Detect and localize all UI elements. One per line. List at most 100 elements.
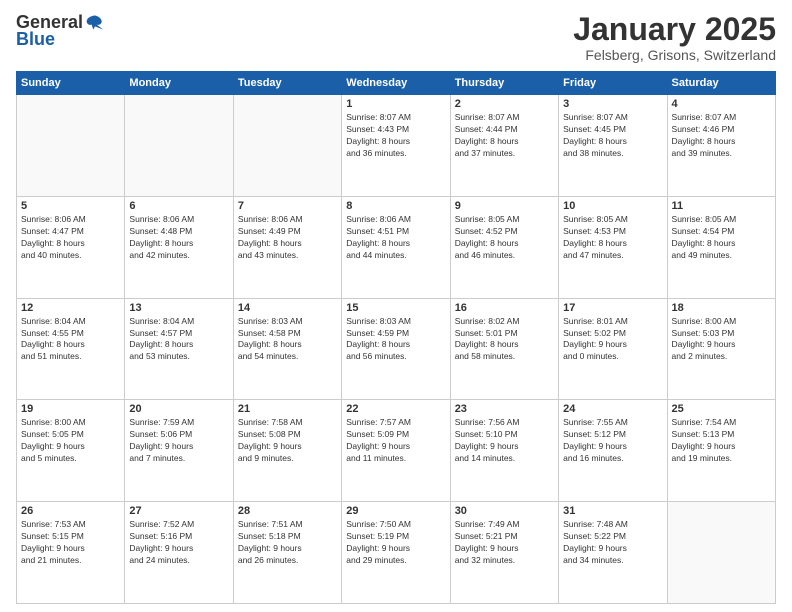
table-row: 27 Sunrise: 7:52 AM Sunset: 5:16 PM Dayli… bbox=[125, 502, 233, 604]
calendar-week-row: 26Sunrise: 7:53 AM Sunset: 5:15 PM Dayli… bbox=[17, 502, 776, 604]
day-info: Sunrise: 7:48 AM Sunset: 5:22 PM Dayligh… bbox=[563, 519, 662, 567]
day-info: Sunrise: 8:06 AM Sunset: 4:48 PM Dayligh… bbox=[129, 214, 228, 262]
table-row: 10 Sunrise: 8:05 AM Sunset: 4:53 PM Dayli… bbox=[559, 196, 667, 298]
day-number: 13 bbox=[129, 302, 228, 314]
day-info: Sunrise: 7:51 AM Sunset: 5:18 PM Dayligh… bbox=[238, 519, 337, 567]
col-tuesday: Tuesday bbox=[233, 72, 341, 95]
table-row: 22Sunrise: 7:57 AM Sunset: 5:09 PM Dayli… bbox=[342, 400, 450, 502]
day-number: 9 bbox=[455, 200, 554, 212]
day-info: Sunrise: 8:07 AM Sunset: 4:44 PM Dayligh… bbox=[455, 112, 554, 160]
table-row bbox=[233, 95, 341, 197]
day-number: 27 bbox=[129, 505, 228, 517]
day-info: Sunrise: 8:00 AM Sunset: 5:03 PM Dayligh… bbox=[672, 316, 771, 364]
col-sunday: Sunday bbox=[17, 72, 125, 95]
day-info: Sunrise: 7:58 AM Sunset: 5:08 PM Dayligh… bbox=[238, 417, 337, 465]
table-row: 17Sunrise: 8:01 AM Sunset: 5:02 PM Dayli… bbox=[559, 298, 667, 400]
table-row: 13 Sunrise: 8:04 AM Sunset: 4:57 PM Dayli… bbox=[125, 298, 233, 400]
day-info: Sunrise: 8:05 AM Sunset: 4:53 PM Dayligh… bbox=[563, 214, 662, 262]
table-row: 25 Sunrise: 7:54 AM Sunset: 5:13 PM Dayli… bbox=[667, 400, 775, 502]
table-row: 3Sunrise: 8:07 AM Sunset: 4:45 PM Daylig… bbox=[559, 95, 667, 197]
table-row: 18 Sunrise: 8:00 AM Sunset: 5:03 PM Dayli… bbox=[667, 298, 775, 400]
table-row: 9Sunrise: 8:05 AM Sunset: 4:52 PM Daylig… bbox=[450, 196, 558, 298]
day-number: 20 bbox=[129, 403, 228, 415]
day-info: Sunrise: 7:54 AM Sunset: 5:13 PM Dayligh… bbox=[672, 417, 771, 465]
col-thursday: Thursday bbox=[450, 72, 558, 95]
table-row bbox=[667, 502, 775, 604]
table-row: 21Sunrise: 7:58 AM Sunset: 5:08 PM Dayli… bbox=[233, 400, 341, 502]
day-number: 26 bbox=[21, 505, 120, 517]
day-info: Sunrise: 7:55 AM Sunset: 5:12 PM Dayligh… bbox=[563, 417, 662, 465]
table-row: 20 Sunrise: 7:59 AM Sunset: 5:06 PM Dayli… bbox=[125, 400, 233, 502]
day-number: 24 bbox=[563, 403, 662, 415]
calendar-week-row: 5 Sunrise: 8:06 AM Sunset: 4:47 PM Daylig… bbox=[17, 196, 776, 298]
day-number: 30 bbox=[455, 505, 554, 517]
table-row: 24 Sunrise: 7:55 AM Sunset: 5:12 PM Dayli… bbox=[559, 400, 667, 502]
col-wednesday: Wednesday bbox=[342, 72, 450, 95]
day-number: 8 bbox=[346, 200, 445, 212]
table-row: 16 Sunrise: 8:02 AM Sunset: 5:01 PM Dayli… bbox=[450, 298, 558, 400]
page: General Blue January 2025 Felsberg, Gris… bbox=[0, 0, 792, 612]
day-number: 19 bbox=[21, 403, 120, 415]
header: General Blue January 2025 Felsberg, Gris… bbox=[16, 12, 776, 63]
day-info: Sunrise: 8:04 AM Sunset: 4:57 PM Dayligh… bbox=[129, 316, 228, 364]
day-number: 12 bbox=[21, 302, 120, 314]
day-number: 14 bbox=[238, 302, 337, 314]
table-row: 28Sunrise: 7:51 AM Sunset: 5:18 PM Dayli… bbox=[233, 502, 341, 604]
day-number: 3 bbox=[563, 98, 662, 110]
table-row: 26Sunrise: 7:53 AM Sunset: 5:15 PM Dayli… bbox=[17, 502, 125, 604]
calendar-header-row: Sunday Monday Tuesday Wednesday Thursday… bbox=[17, 72, 776, 95]
day-info: Sunrise: 7:56 AM Sunset: 5:10 PM Dayligh… bbox=[455, 417, 554, 465]
logo: General Blue bbox=[16, 12, 105, 50]
day-info: Sunrise: 8:06 AM Sunset: 4:51 PM Dayligh… bbox=[346, 214, 445, 262]
location: Felsberg, Grisons, Switzerland bbox=[573, 47, 776, 63]
calendar-table: Sunday Monday Tuesday Wednesday Thursday… bbox=[16, 71, 776, 604]
table-row: 12 Sunrise: 8:04 AM Sunset: 4:55 PM Dayli… bbox=[17, 298, 125, 400]
table-row: 7Sunrise: 8:06 AM Sunset: 4:49 PM Daylig… bbox=[233, 196, 341, 298]
table-row: 6 Sunrise: 8:06 AM Sunset: 4:48 PM Daylig… bbox=[125, 196, 233, 298]
day-info: Sunrise: 8:03 AM Sunset: 4:59 PM Dayligh… bbox=[346, 316, 445, 364]
day-number: 22 bbox=[346, 403, 445, 415]
table-row: 11Sunrise: 8:05 AM Sunset: 4:54 PM Dayli… bbox=[667, 196, 775, 298]
day-number: 18 bbox=[672, 302, 771, 314]
day-number: 6 bbox=[129, 200, 228, 212]
day-info: Sunrise: 8:06 AM Sunset: 4:47 PM Dayligh… bbox=[21, 214, 120, 262]
day-info: Sunrise: 8:07 AM Sunset: 4:46 PM Dayligh… bbox=[672, 112, 771, 160]
table-row: 23Sunrise: 7:56 AM Sunset: 5:10 PM Dayli… bbox=[450, 400, 558, 502]
day-info: Sunrise: 8:01 AM Sunset: 5:02 PM Dayligh… bbox=[563, 316, 662, 364]
col-saturday: Saturday bbox=[667, 72, 775, 95]
table-row: 14 Sunrise: 8:03 AM Sunset: 4:58 PM Dayli… bbox=[233, 298, 341, 400]
day-number: 25 bbox=[672, 403, 771, 415]
day-number: 16 bbox=[455, 302, 554, 314]
table-row: 1 Sunrise: 8:07 AM Sunset: 4:43 PM Daylig… bbox=[342, 95, 450, 197]
day-number: 2 bbox=[455, 98, 554, 110]
table-row: 30 Sunrise: 7:49 AM Sunset: 5:21 PM Dayli… bbox=[450, 502, 558, 604]
table-row: 8 Sunrise: 8:06 AM Sunset: 4:51 PM Daylig… bbox=[342, 196, 450, 298]
logo-bird-icon bbox=[85, 13, 105, 33]
month-title: January 2025 bbox=[573, 12, 776, 47]
day-info: Sunrise: 8:02 AM Sunset: 5:01 PM Dayligh… bbox=[455, 316, 554, 364]
table-row: 31Sunrise: 7:48 AM Sunset: 5:22 PM Dayli… bbox=[559, 502, 667, 604]
calendar-week-row: 1 Sunrise: 8:07 AM Sunset: 4:43 PM Daylig… bbox=[17, 95, 776, 197]
day-info: Sunrise: 8:07 AM Sunset: 4:43 PM Dayligh… bbox=[346, 112, 445, 160]
day-info: Sunrise: 7:50 AM Sunset: 5:19 PM Dayligh… bbox=[346, 519, 445, 567]
day-number: 10 bbox=[563, 200, 662, 212]
day-number: 1 bbox=[346, 98, 445, 110]
day-info: Sunrise: 8:04 AM Sunset: 4:55 PM Dayligh… bbox=[21, 316, 120, 364]
table-row: 15 Sunrise: 8:03 AM Sunset: 4:59 PM Dayli… bbox=[342, 298, 450, 400]
day-info: Sunrise: 7:49 AM Sunset: 5:21 PM Dayligh… bbox=[455, 519, 554, 567]
day-number: 15 bbox=[346, 302, 445, 314]
day-number: 29 bbox=[346, 505, 445, 517]
table-row: 2 Sunrise: 8:07 AM Sunset: 4:44 PM Daylig… bbox=[450, 95, 558, 197]
day-number: 7 bbox=[238, 200, 337, 212]
table-row bbox=[17, 95, 125, 197]
day-number: 5 bbox=[21, 200, 120, 212]
day-info: Sunrise: 7:59 AM Sunset: 5:06 PM Dayligh… bbox=[129, 417, 228, 465]
calendar-week-row: 19 Sunrise: 8:00 AM Sunset: 5:05 PM Dayli… bbox=[17, 400, 776, 502]
day-info: Sunrise: 8:00 AM Sunset: 5:05 PM Dayligh… bbox=[21, 417, 120, 465]
day-info: Sunrise: 7:52 AM Sunset: 5:16 PM Dayligh… bbox=[129, 519, 228, 567]
table-row: 29 Sunrise: 7:50 AM Sunset: 5:19 PM Dayli… bbox=[342, 502, 450, 604]
day-number: 4 bbox=[672, 98, 771, 110]
day-info: Sunrise: 8:03 AM Sunset: 4:58 PM Dayligh… bbox=[238, 316, 337, 364]
day-info: Sunrise: 8:05 AM Sunset: 4:54 PM Dayligh… bbox=[672, 214, 771, 262]
table-row: 5 Sunrise: 8:06 AM Sunset: 4:47 PM Daylig… bbox=[17, 196, 125, 298]
